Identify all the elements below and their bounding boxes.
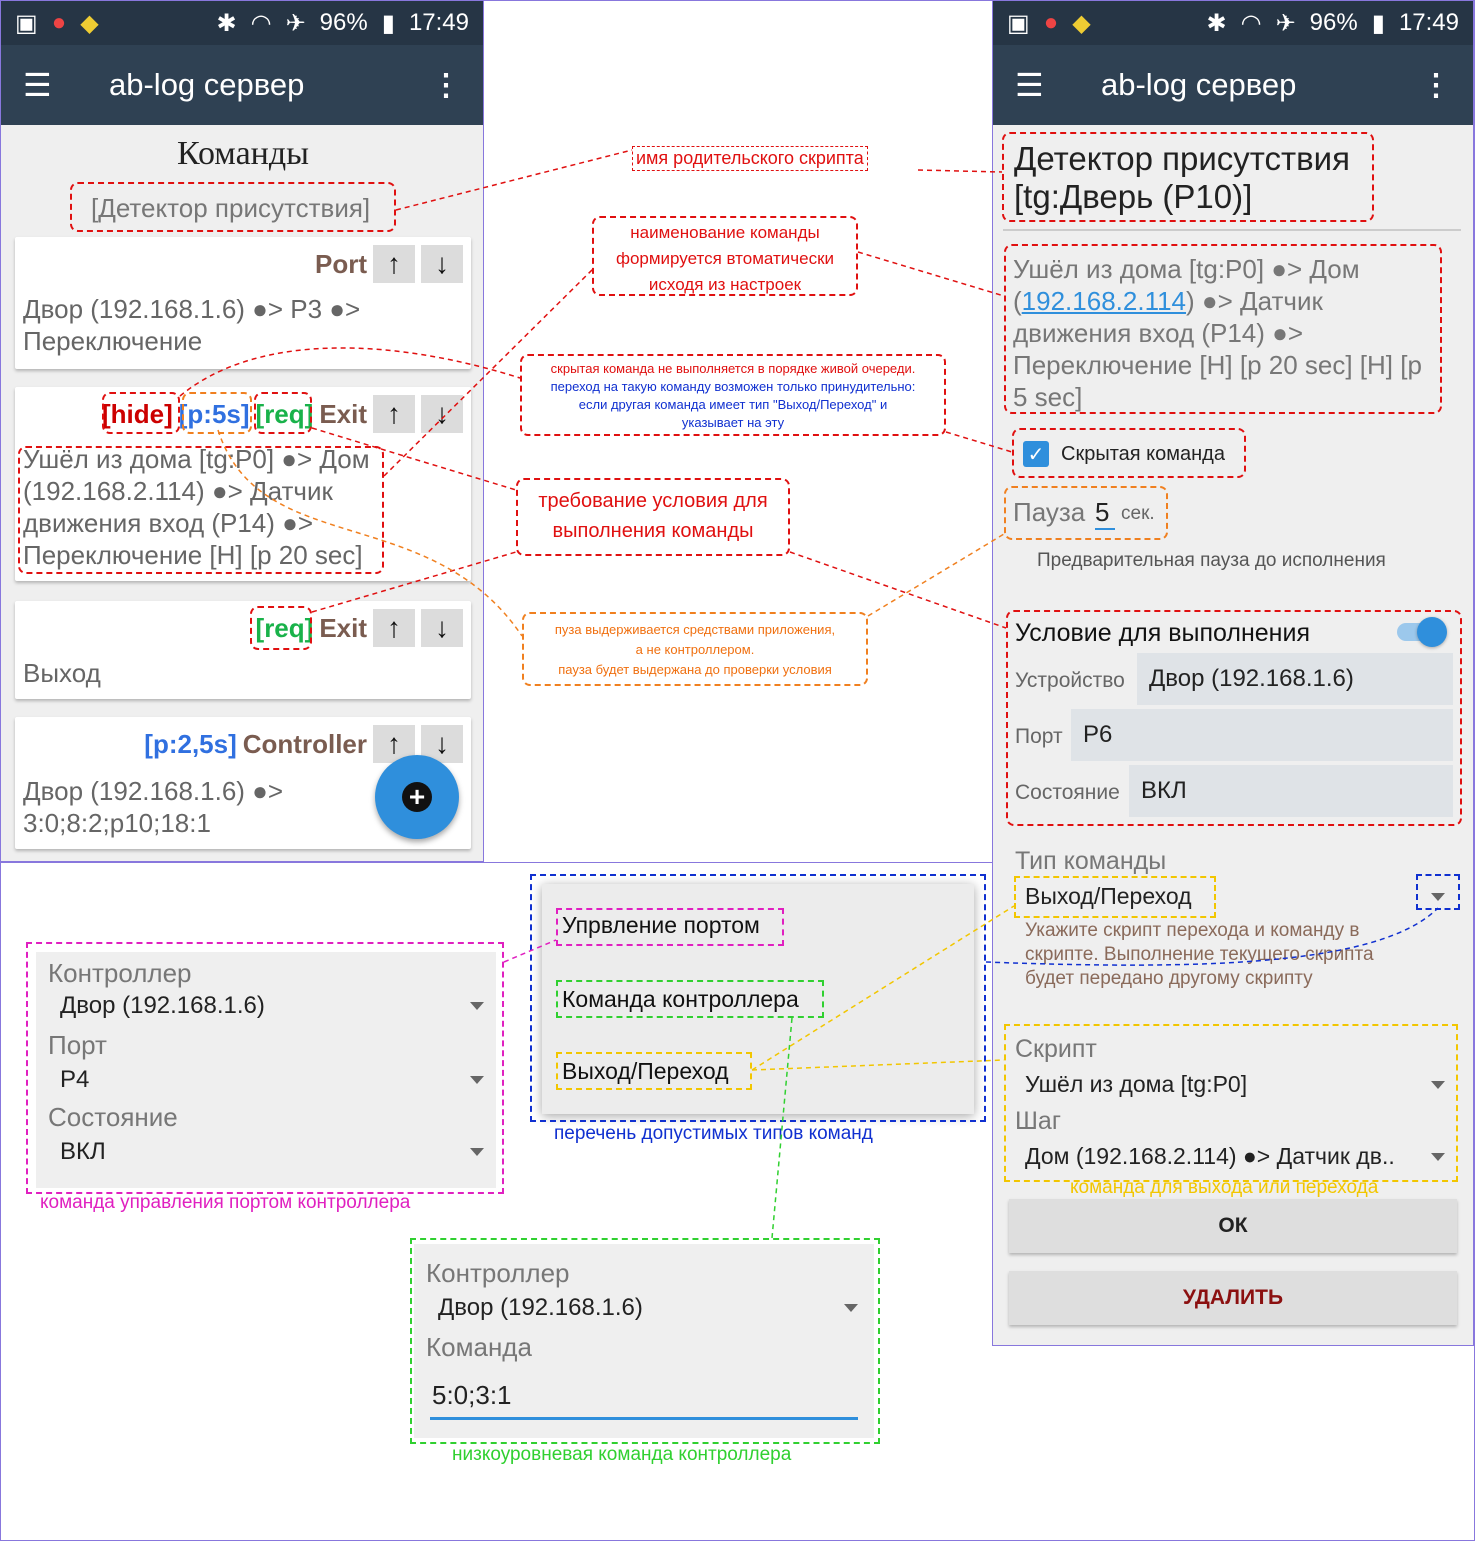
connector-port-form (503, 939, 557, 963)
connector-req-1 (311, 427, 517, 491)
connector-exit-script (751, 1059, 1005, 1071)
connector-auto-right (857, 251, 1005, 297)
connector-parent-left (395, 149, 633, 211)
connector-pause-left (217, 429, 523, 637)
connector-exit-type (751, 905, 1015, 1071)
connector-types-arrow (985, 907, 1439, 966)
connector-parent-right (917, 169, 1003, 173)
connector-condition-right (789, 551, 1007, 629)
connector-req-2 (311, 551, 517, 613)
connector-hidden-left (179, 347, 521, 397)
connector-hidden-right (945, 431, 1013, 453)
connector-controller-form (771, 1017, 793, 1239)
connector-auto-left (383, 267, 595, 477)
annotation-connectors (179, 149, 1439, 1239)
